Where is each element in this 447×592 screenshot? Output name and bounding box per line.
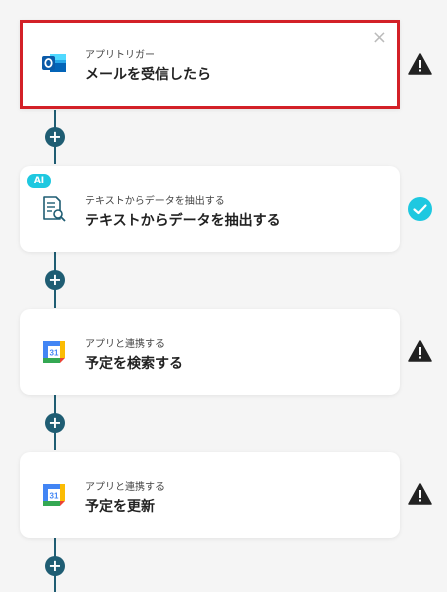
step-card-calendar-update[interactable]: 31 アプリと連携する 予定を更新	[20, 452, 400, 538]
step-card-ai-extract[interactable]: テキストからデータを抽出する テキストからデータを抽出する	[20, 166, 400, 252]
warning-icon	[408, 339, 432, 363]
warning-icon	[408, 52, 432, 76]
add-step-button[interactable]: +	[45, 127, 65, 147]
outlook-icon	[40, 49, 68, 77]
step-subtitle: アプリトリガー	[85, 50, 155, 61]
step-title: 予定を検索する	[85, 356, 183, 372]
step-title: テキストからデータを抽出する	[85, 213, 281, 229]
check-icon	[408, 197, 432, 221]
close-icon[interactable]: ×	[372, 29, 387, 47]
warning-icon	[408, 482, 432, 506]
add-step-button[interactable]: +	[45, 556, 65, 576]
add-step-button[interactable]: +	[45, 413, 65, 433]
step-subtitle: アプリと連携する	[85, 482, 165, 493]
plus-icon: +	[48, 270, 62, 289]
step-title: メールを受信したら	[85, 67, 211, 83]
add-step-button[interactable]: +	[45, 270, 65, 290]
svg-text:31: 31	[50, 492, 59, 501]
plus-icon: +	[48, 127, 62, 146]
step-title: 予定を更新	[85, 499, 155, 515]
step-card-trigger[interactable]: × アプリトリガー メールを受信したら	[20, 20, 400, 109]
svg-text:31: 31	[50, 349, 59, 358]
step-subtitle: テキストからデータを抽出する	[85, 196, 225, 207]
document-search-icon	[40, 195, 68, 223]
plus-icon: +	[48, 556, 62, 575]
step-subtitle: アプリと連携する	[85, 339, 165, 350]
google-calendar-icon: 31	[40, 481, 68, 509]
plus-icon: +	[48, 413, 62, 432]
step-card-calendar-search[interactable]: 31 アプリと連携する 予定を検索する	[20, 309, 400, 395]
ai-badge: AI	[27, 174, 51, 188]
google-calendar-icon: 31	[40, 338, 68, 366]
